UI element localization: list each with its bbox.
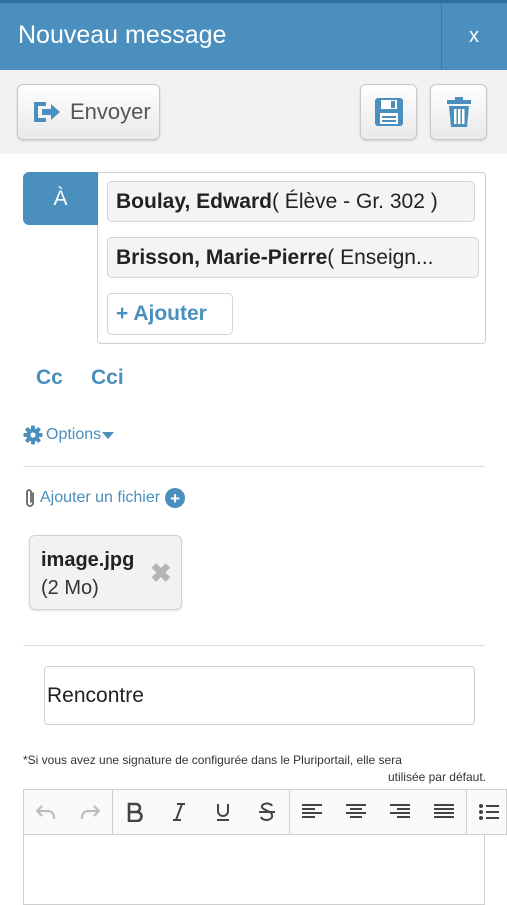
recipient-detail: ( Élève - Gr. 302 ) xyxy=(271,189,438,213)
align-center-icon xyxy=(346,804,366,818)
redo-icon xyxy=(80,805,100,819)
cci-link[interactable]: Cci xyxy=(91,366,124,390)
align-right-icon xyxy=(390,804,410,818)
action-toolbar: Envoyer xyxy=(0,70,507,154)
close-button[interactable]: x xyxy=(441,3,507,70)
bullet-list-icon xyxy=(479,804,499,820)
history-group xyxy=(24,790,113,834)
underline-icon xyxy=(217,804,229,821)
divider xyxy=(23,466,485,467)
trash-icon xyxy=(446,97,471,127)
page-title: Nouveau message xyxy=(18,21,227,49)
justify-icon xyxy=(434,804,454,818)
divider xyxy=(23,645,485,646)
paperclip-icon xyxy=(26,489,34,507)
send-icon xyxy=(34,102,60,122)
signature-note: *Si vous avez une signature de configuré… xyxy=(23,752,486,786)
floppy-disk-icon xyxy=(374,98,403,126)
bold-button[interactable] xyxy=(113,790,157,834)
undo-icon xyxy=(36,805,56,819)
recipient-name: Brisson, Marie-Pierre xyxy=(116,245,328,269)
add-recipient-button[interactable]: + Ajouter xyxy=(107,293,233,335)
attachment-chip: image.jpg (2 Mo) ✖ xyxy=(29,535,182,610)
align-group xyxy=(290,790,467,834)
caret-down-icon xyxy=(102,432,115,439)
recipient-name: Boulay, Edward xyxy=(116,189,272,213)
list-group xyxy=(467,790,506,834)
format-group xyxy=(113,790,290,834)
signature-note-line2: utilisée par défaut. xyxy=(387,770,486,784)
align-center-button[interactable] xyxy=(334,790,378,834)
recipient-chip[interactable]: Brisson, Marie-Pierre ( Enseign... xyxy=(107,237,479,278)
options-toggle[interactable]: Options xyxy=(23,425,115,445)
align-left-button[interactable] xyxy=(290,790,334,834)
signature-note-line1: *Si vous avez une signature de configuré… xyxy=(23,753,402,767)
subject-input[interactable]: Rencontre xyxy=(44,666,475,725)
align-left-icon xyxy=(302,804,322,818)
underline-button[interactable] xyxy=(201,790,245,834)
delete-button[interactable] xyxy=(430,84,487,140)
attachment-size: (2 Mo) xyxy=(41,577,99,599)
to-label[interactable]: À xyxy=(23,172,98,225)
strikethrough-button[interactable] xyxy=(245,790,289,834)
gear-icon xyxy=(23,425,43,445)
editor-toolbar xyxy=(23,789,507,835)
add-file-label: Ajouter un fichier xyxy=(40,489,161,506)
add-file-link[interactable]: Ajouter un fichier + xyxy=(23,487,186,509)
recipient-detail: ( Enseign... xyxy=(327,245,434,269)
options-label: Options xyxy=(46,426,102,443)
strikethrough-icon xyxy=(259,802,275,821)
align-right-button[interactable] xyxy=(378,790,422,834)
italic-icon xyxy=(173,803,185,821)
attachment-name: image.jpg xyxy=(41,549,135,571)
plus-circle-icon: + xyxy=(165,488,186,508)
message-body-editor[interactable] xyxy=(23,835,485,905)
justify-button[interactable] xyxy=(422,790,466,834)
redo-button[interactable] xyxy=(68,790,112,834)
undo-button[interactable] xyxy=(24,790,68,834)
cc-link[interactable]: Cc xyxy=(36,366,63,390)
bold-icon xyxy=(127,802,143,822)
remove-attachment-icon[interactable]: ✖ xyxy=(150,558,172,589)
send-button-label: Envoyer xyxy=(70,99,151,124)
bullet-list-button[interactable] xyxy=(467,790,506,834)
header-bar: Nouveau message x xyxy=(0,0,507,70)
italic-button[interactable] xyxy=(157,790,201,834)
send-button[interactable]: Envoyer xyxy=(17,84,160,140)
save-draft-button[interactable] xyxy=(360,84,417,140)
recipient-chip[interactable]: Boulay, Edward ( Élève - Gr. 302 ) xyxy=(107,181,475,222)
